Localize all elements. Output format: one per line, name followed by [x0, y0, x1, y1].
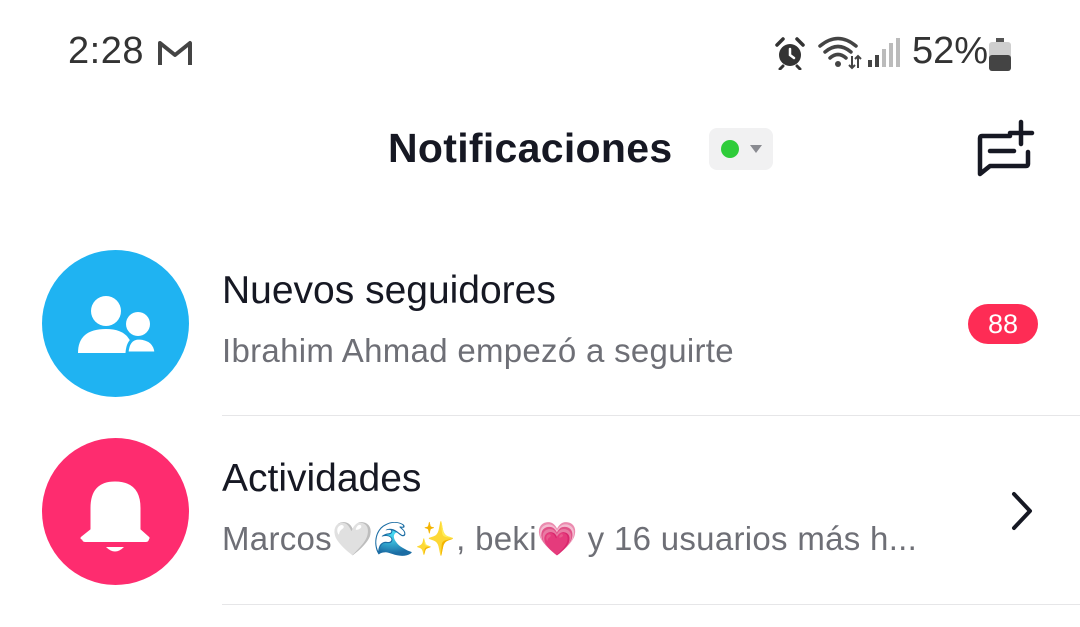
page-title: Notificaciones — [388, 125, 673, 171]
compose-message-icon[interactable] — [974, 118, 1038, 182]
unread-count-badge: 88 — [968, 304, 1038, 344]
gmail-icon — [158, 41, 192, 65]
notification-title: Nuevos seguidores — [222, 269, 556, 312]
chevron-right-icon[interactable] — [1008, 486, 1038, 536]
status-bar: 2:28 52% — [0, 0, 1080, 108]
notification-title: Actividades — [222, 457, 422, 500]
row-divider — [222, 415, 1080, 416]
battery-icon — [989, 38, 1011, 71]
notifications-screen: 2:28 52% Notificaciones Nuevos seguidore… — [0, 0, 1080, 627]
notification-subtitle: Ibrahim Ahmad empezó a seguirte — [222, 332, 734, 369]
alarm-icon — [775, 37, 805, 70]
battery-percentage: 52% — [912, 30, 989, 72]
bell-icon — [80, 481, 150, 552]
online-status-dot — [721, 140, 739, 158]
wifi-icon — [818, 36, 862, 70]
list-item-activities[interactable]: Actividades Marcos🤍🌊✨, beki💗 y 16 usuari… — [0, 418, 1080, 606]
followers-avatar — [42, 250, 189, 397]
list-item-new-followers[interactable]: Nuevos seguidores Ibrahim Ahmad empezó a… — [0, 230, 1080, 418]
row-divider — [222, 604, 1080, 605]
online-status-selector[interactable] — [709, 128, 773, 170]
signal-icon — [868, 38, 900, 67]
followers-icon — [78, 296, 158, 355]
status-time: 2:28 — [68, 30, 144, 72]
notification-subtitle: Marcos🤍🌊✨, beki💗 y 16 usuarios más h... — [222, 520, 918, 557]
header: Notificaciones — [0, 108, 1080, 198]
activities-avatar — [42, 438, 189, 585]
caret-down-icon — [750, 145, 762, 153]
